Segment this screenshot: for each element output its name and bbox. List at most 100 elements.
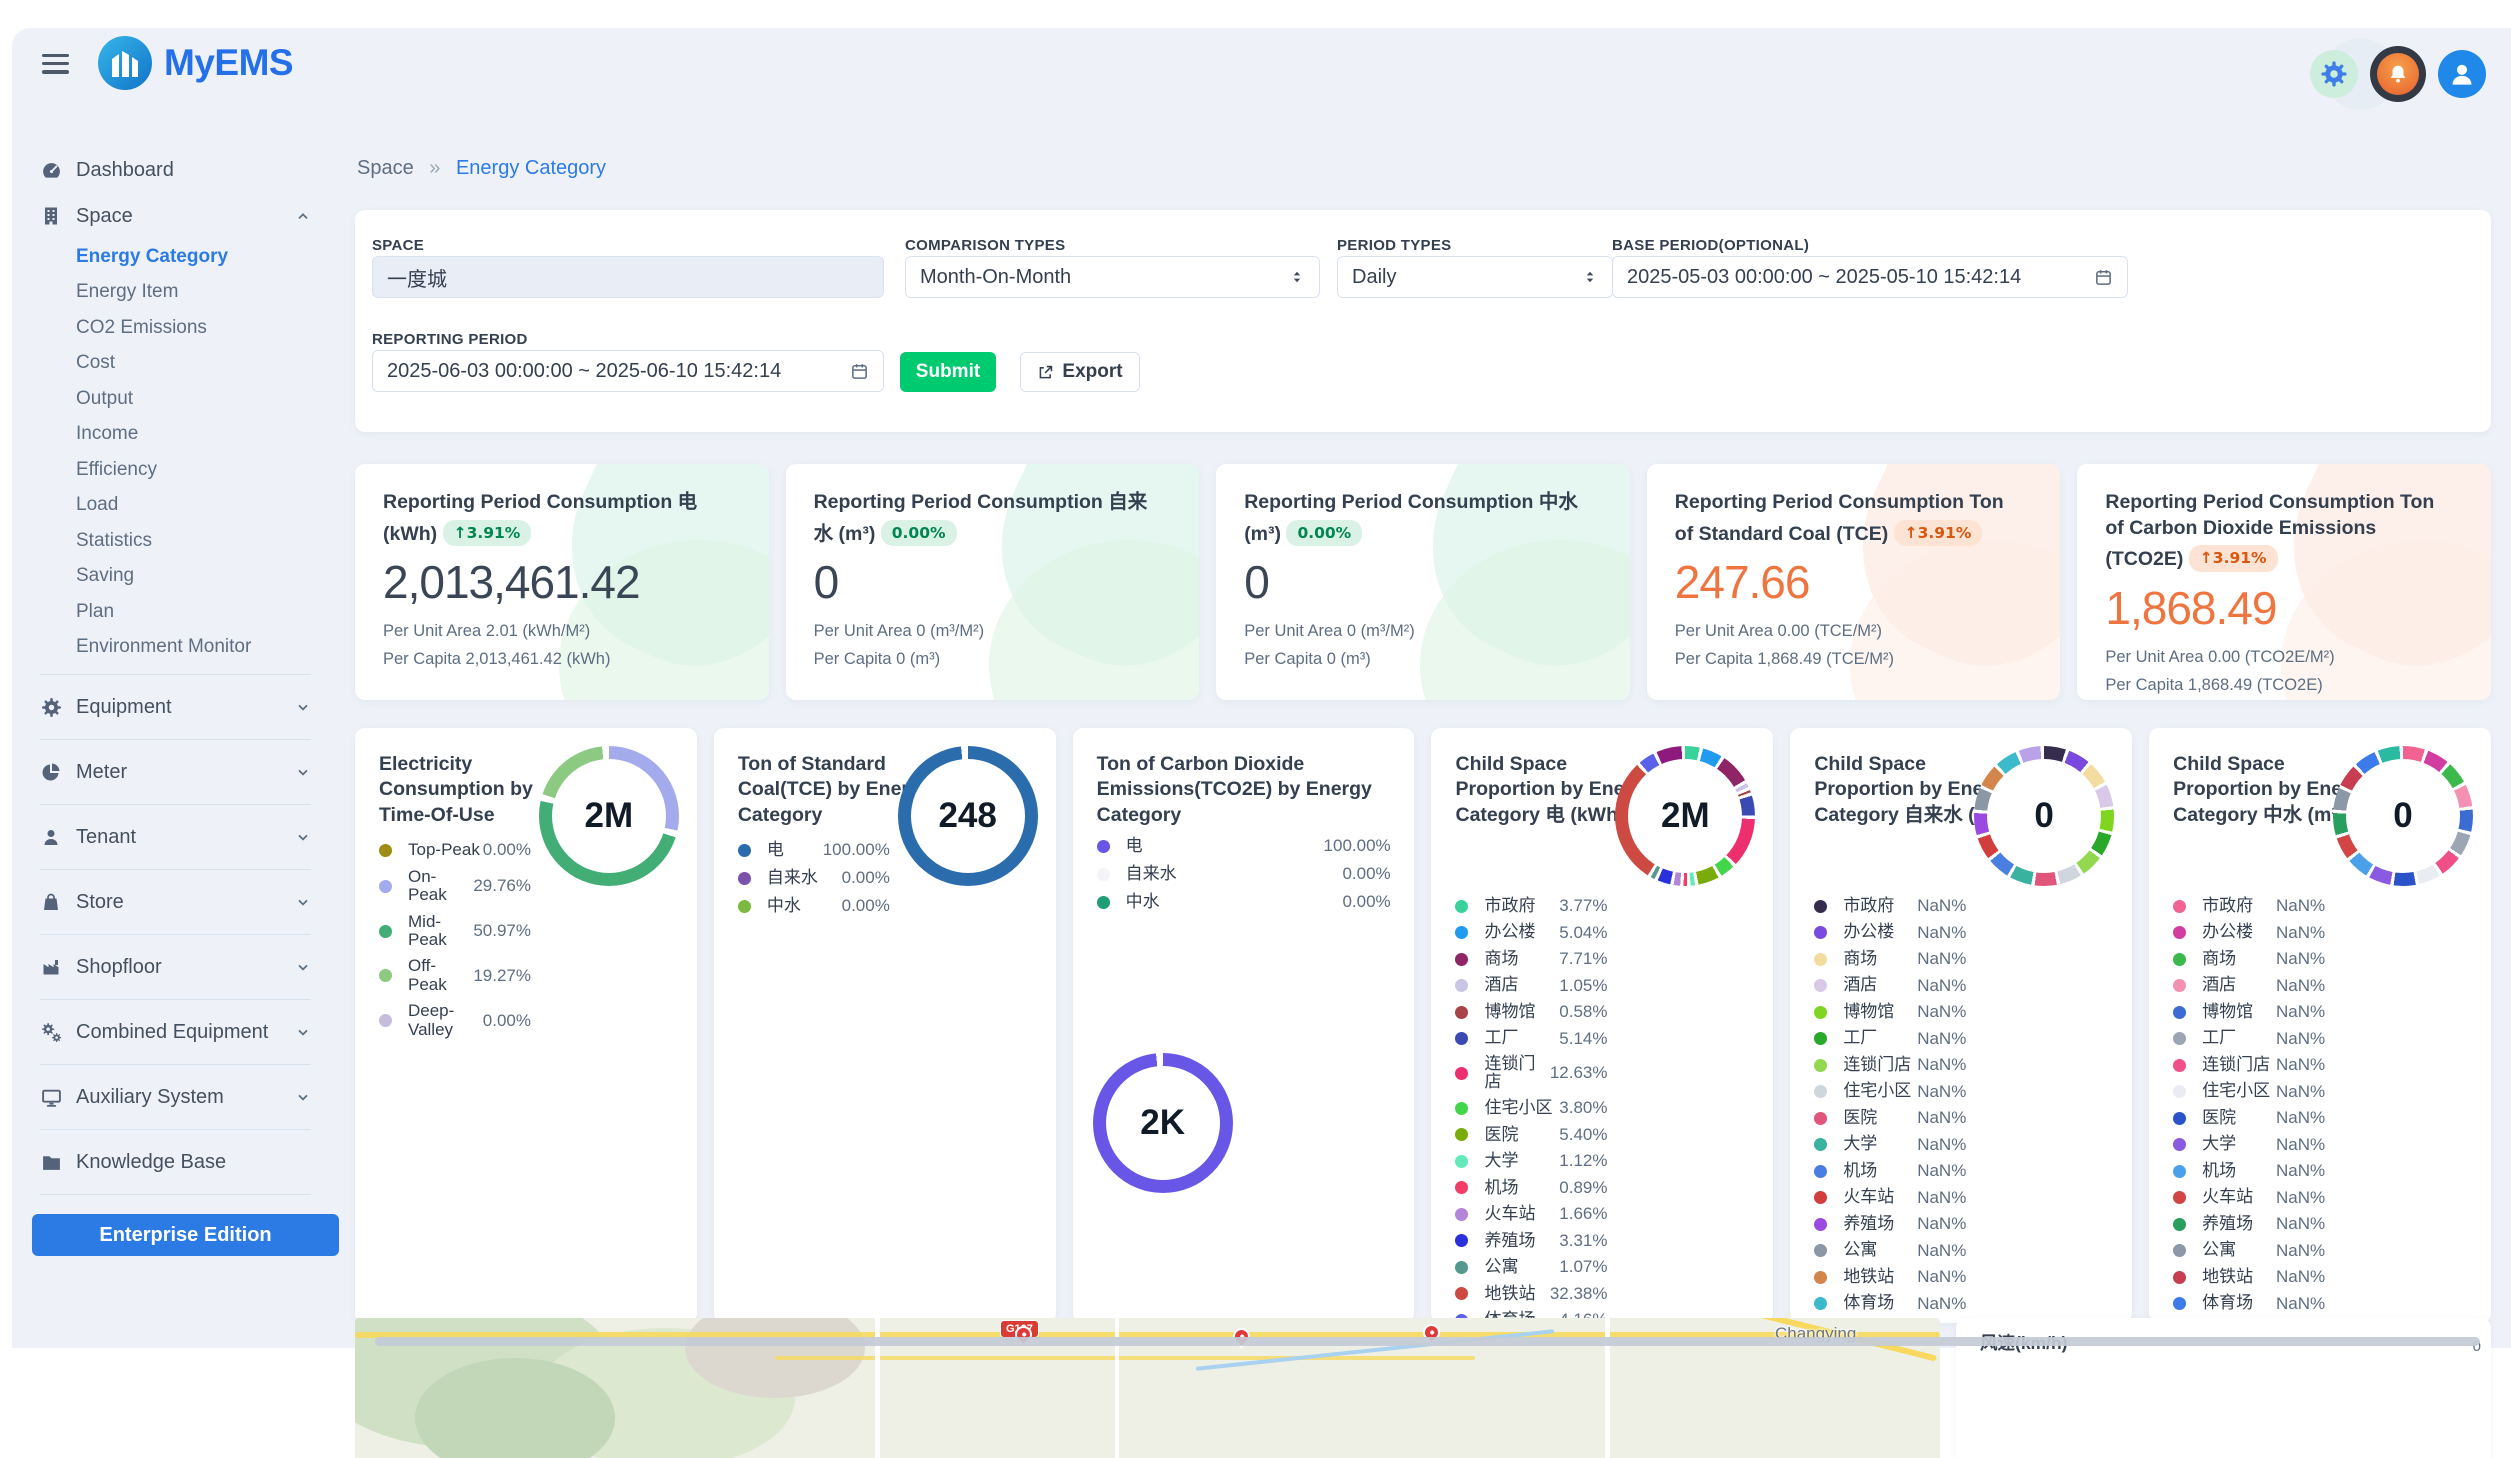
sidebar-item-meter[interactable]: Meter: [40, 749, 311, 795]
legend-item-医院[interactable]: 医院NaN%: [1814, 1108, 1966, 1128]
legend-item-自来水[interactable]: 自来水0.00%: [1097, 864, 1391, 884]
legend-item-博物馆[interactable]: 博物馆0.58%: [1455, 1002, 1607, 1022]
legend-item-地铁站[interactable]: 地铁站NaN%: [2173, 1267, 2325, 1287]
legend-item-on-peak[interactable]: On-Peak29.76%: [379, 868, 531, 905]
breadcrumb-parent[interactable]: Space: [357, 157, 414, 179]
sidebar-item-output[interactable]: Output: [40, 381, 311, 417]
legend-item-市政府[interactable]: 市政府NaN%: [2173, 896, 2325, 916]
legend-item-大学[interactable]: 大学NaN%: [1814, 1135, 1966, 1155]
sidebar-item-auxiliary-system[interactable]: Auxiliary System: [40, 1074, 311, 1120]
legend-item-住宅小区[interactable]: 住宅小区NaN%: [2173, 1082, 2325, 1102]
legend-item-地铁站[interactable]: 地铁站32.38%: [1455, 1284, 1607, 1304]
legend-item-办公楼[interactable]: 办公楼NaN%: [2173, 923, 2325, 943]
sidebar-item-dashboard[interactable]: Dashboard: [40, 147, 311, 193]
sidebar-item-co2-emissions[interactable]: CO2 Emissions: [40, 310, 311, 346]
donut-chart[interactable]: 0: [2333, 746, 2473, 886]
reporting-period-input[interactable]: 2025-06-03 00:00:00 ~ 2025-06-10 15:42:1…: [372, 350, 884, 392]
legend-item-体育场[interactable]: 体育场NaN%: [1814, 1294, 1966, 1314]
legend-item-酒店[interactable]: 酒店1.05%: [1455, 976, 1607, 996]
enterprise-edition-button[interactable]: Enterprise Edition: [32, 1214, 339, 1256]
sidebar-item-saving[interactable]: Saving: [40, 559, 311, 595]
legend-item-养殖场[interactable]: 养殖场3.31%: [1455, 1231, 1607, 1251]
donut-chart[interactable]: 248: [898, 746, 1038, 886]
hamburger-menu-icon[interactable]: [42, 54, 69, 74]
sidebar-item-income[interactable]: Income: [40, 417, 311, 453]
legend-item-连锁门店[interactable]: 连锁门店NaN%: [1814, 1055, 1966, 1075]
sidebar-item-tenant[interactable]: Tenant: [40, 814, 311, 860]
sidebar-item-statistics[interactable]: Statistics: [40, 523, 311, 559]
sidebar-item-equipment[interactable]: Equipment: [40, 684, 311, 730]
legend-item-市政府[interactable]: 市政府3.77%: [1455, 896, 1607, 916]
sidebar-item-load[interactable]: Load: [40, 488, 311, 524]
period-types-select[interactable]: Daily: [1337, 256, 1613, 298]
legend-item-养殖场[interactable]: 养殖场NaN%: [2173, 1214, 2325, 1234]
legend-item-连锁门店[interactable]: 连锁门店12.63%: [1455, 1055, 1607, 1092]
sidebar-item-combined-equipment[interactable]: Combined Equipment: [40, 1009, 311, 1055]
legend-item-医院[interactable]: 医院5.40%: [1455, 1125, 1607, 1145]
donut-chart[interactable]: 2M: [539, 746, 679, 886]
donut-chart[interactable]: 0: [1974, 746, 2114, 886]
legend-item-商场[interactable]: 商场NaN%: [1814, 949, 1966, 969]
export-button[interactable]: Export: [1020, 352, 1140, 392]
submit-button[interactable]: Submit: [900, 352, 996, 392]
legend-item-mid-peak[interactable]: Mid-Peak50.97%: [379, 913, 531, 950]
legend-item-大学[interactable]: 大学1.12%: [1455, 1151, 1607, 1171]
legend-item-公寓[interactable]: 公寓1.07%: [1455, 1257, 1607, 1277]
legend-item-top-peak[interactable]: Top-Peak0.00%: [379, 840, 531, 860]
sidebar-item-knowledge-base[interactable]: Knowledge Base: [40, 1139, 311, 1185]
legend-item-off-peak[interactable]: Off-Peak19.27%: [379, 957, 531, 994]
legend-item-火车站[interactable]: 火车站1.66%: [1455, 1204, 1607, 1224]
sidebar-item-energy-item[interactable]: Energy Item: [40, 275, 311, 311]
breadcrumb-current[interactable]: Energy Category: [456, 157, 606, 179]
notifications-bell-button[interactable]: [2370, 46, 2426, 102]
legend-item-中水[interactable]: 中水0.00%: [738, 896, 890, 916]
legend-item-地铁站[interactable]: 地铁站NaN%: [1814, 1267, 1966, 1287]
donut-chart[interactable]: 2K: [1093, 1053, 1233, 1193]
legend-item-自来水[interactable]: 自来水0.00%: [738, 868, 890, 888]
legend-item-住宅小区[interactable]: 住宅小区3.80%: [1455, 1098, 1607, 1118]
legend-item-公寓[interactable]: 公寓NaN%: [2173, 1241, 2325, 1261]
sidebar-item-energy-category[interactable]: Energy Category: [40, 239, 311, 275]
legend-item-中水[interactable]: 中水0.00%: [1097, 892, 1391, 912]
legend-item-医院[interactable]: 医院NaN%: [2173, 1108, 2325, 1128]
legend-item-deep-valley[interactable]: Deep-Valley0.00%: [379, 1002, 531, 1039]
sidebar-item-space[interactable]: Space: [40, 193, 311, 239]
settings-gear-button[interactable]: [2310, 50, 2358, 98]
legend-item-养殖场[interactable]: 养殖场NaN%: [1814, 1214, 1966, 1234]
legend-item-博物馆[interactable]: 博物馆NaN%: [1814, 1002, 1966, 1022]
legend-item-火车站[interactable]: 火车站NaN%: [2173, 1188, 2325, 1208]
legend-item-商场[interactable]: 商场NaN%: [2173, 949, 2325, 969]
legend-item-工厂[interactable]: 工厂NaN%: [1814, 1029, 1966, 1049]
app-logo[interactable]: MyEMS: [98, 36, 293, 90]
legend-item-电[interactable]: 电100.00%: [1097, 836, 1391, 856]
legend-item-博物馆[interactable]: 博物馆NaN%: [2173, 1002, 2325, 1022]
legend-item-大学[interactable]: 大学NaN%: [2173, 1135, 2325, 1155]
legend-item-工厂[interactable]: 工厂NaN%: [2173, 1029, 2325, 1049]
sidebar-item-plan[interactable]: Plan: [40, 594, 311, 630]
legend-item-连锁门店[interactable]: 连锁门店NaN%: [2173, 1055, 2325, 1075]
legend-item-酒店[interactable]: 酒店NaN%: [2173, 976, 2325, 996]
donut-chart[interactable]: 2M: [1615, 746, 1755, 886]
legend-item-机场[interactable]: 机场NaN%: [1814, 1161, 1966, 1181]
horizontal-scrollbar[interactable]: [375, 1337, 2480, 1346]
legend-item-市政府[interactable]: 市政府NaN%: [1814, 896, 1966, 916]
legend-item-机场[interactable]: 机场0.89%: [1455, 1178, 1607, 1198]
sidebar-item-cost[interactable]: Cost: [40, 346, 311, 382]
legend-item-办公楼[interactable]: 办公楼NaN%: [1814, 923, 1966, 943]
legend-item-电[interactable]: 电100.00%: [738, 840, 890, 860]
base-period-input[interactable]: 2025-05-03 00:00:00 ~ 2025-05-10 15:42:1…: [1612, 256, 2128, 298]
comparison-types-select[interactable]: Month-On-Month: [905, 256, 1320, 298]
legend-item-工厂[interactable]: 工厂5.14%: [1455, 1029, 1607, 1049]
legend-item-酒店[interactable]: 酒店NaN%: [1814, 976, 1966, 996]
space-input[interactable]: 一度城: [372, 256, 884, 298]
legend-item-办公楼[interactable]: 办公楼5.04%: [1455, 923, 1607, 943]
legend-item-火车站[interactable]: 火车站NaN%: [1814, 1188, 1966, 1208]
sidebar-item-efficiency[interactable]: Efficiency: [40, 452, 311, 488]
legend-item-住宅小区[interactable]: 住宅小区NaN%: [1814, 1082, 1966, 1102]
sidebar-item-environment-monitor[interactable]: Environment Monitor: [40, 630, 311, 666]
user-avatar[interactable]: [2438, 50, 2486, 98]
sidebar-item-shopfloor[interactable]: Shopfloor: [40, 944, 311, 990]
sidebar-item-store[interactable]: Store: [40, 879, 311, 925]
legend-item-商场[interactable]: 商场7.71%: [1455, 949, 1607, 969]
legend-item-机场[interactable]: 机场NaN%: [2173, 1161, 2325, 1181]
